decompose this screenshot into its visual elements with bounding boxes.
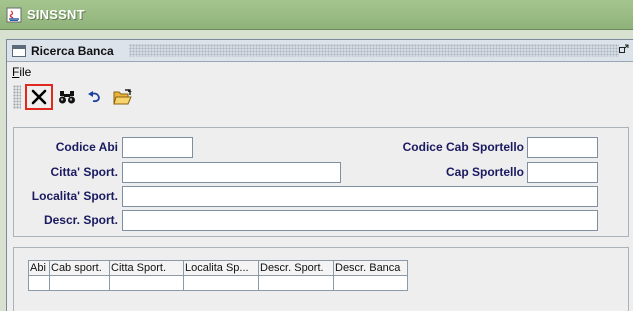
table-cell[interactable] [110, 276, 184, 291]
internal-frame-ricerca-banca: Ricerca Banca File Codice Abi Codice Cab… [6, 39, 633, 311]
column-header-citta-sport[interactable]: Citta Sport. [110, 260, 184, 276]
undo-arrow-icon [86, 89, 104, 105]
internal-frame-titlebar[interactable]: Ricerca Banca [7, 40, 633, 62]
app-titlebar[interactable]: SINSSNT [0, 0, 633, 30]
table-header: Abi Cab sport. Citta Sport. Localita Sp.… [28, 260, 408, 276]
menu-file-label: ile [19, 64, 32, 79]
cap-sportello-label: Cap Sportello [445, 165, 524, 179]
restore-icon[interactable] [619, 44, 629, 57]
search-button[interactable] [53, 84, 81, 110]
column-header-descr-banca[interactable]: Descr. Banca [334, 260, 408, 276]
results-table-panel: Abi Cab sport. Citta Sport. Localita Sp.… [13, 247, 629, 311]
desktop-pane: Ricerca Banca File Codice Abi Codice Cab… [0, 30, 633, 311]
table-cell[interactable] [259, 276, 334, 291]
table-cell[interactable] [334, 276, 408, 291]
binoculars-search-icon [58, 89, 76, 105]
codice-abi-label: Codice Abi [55, 140, 118, 154]
table-cell[interactable] [184, 276, 259, 291]
codice-abi-field[interactable] [122, 137, 193, 158]
java-app-icon [6, 7, 22, 23]
window-icon [12, 44, 26, 57]
descr-sport-field[interactable] [122, 210, 598, 231]
column-header-cab-sport[interactable]: Cab sport. [50, 260, 110, 276]
frame-title: Ricerca Banca [31, 43, 118, 58]
column-header-abi[interactable]: Abi [28, 260, 50, 276]
search-form-panel: Codice Abi Codice Cab Sportello Citta' S… [13, 127, 629, 237]
table-cell[interactable] [50, 276, 110, 291]
cap-sportello-field[interactable] [527, 162, 598, 183]
citta-sport-label: Citta' Sport. [50, 165, 118, 179]
menubar: File [7, 62, 633, 81]
codice-cab-label: Codice Cab Sportello [402, 140, 524, 154]
column-header-descr-sport[interactable]: Descr. Sport. [259, 260, 334, 276]
column-header-localita-sport[interactable]: Localita Sp... [184, 260, 259, 276]
localita-sport-label: Localita' Sport. [31, 189, 118, 203]
citta-sport-field[interactable] [122, 162, 341, 183]
open-button[interactable] [109, 84, 137, 110]
close-button[interactable] [25, 84, 53, 110]
localita-sport-field[interactable] [122, 186, 598, 207]
toolbar-grip[interactable] [13, 85, 21, 109]
app-title: SINSSNT [27, 7, 85, 22]
undo-button[interactable] [81, 84, 109, 110]
table-row[interactable] [28, 276, 408, 291]
close-x-icon [30, 88, 48, 106]
table-cell[interactable] [28, 276, 50, 291]
toolbar [7, 81, 633, 113]
codice-cab-field[interactable] [527, 137, 598, 158]
descr-sport-label: Descr. Sport. [43, 213, 118, 227]
titlebar-texture [129, 44, 619, 57]
open-folder-icon [113, 88, 133, 106]
menu-file[interactable]: File [12, 65, 31, 79]
